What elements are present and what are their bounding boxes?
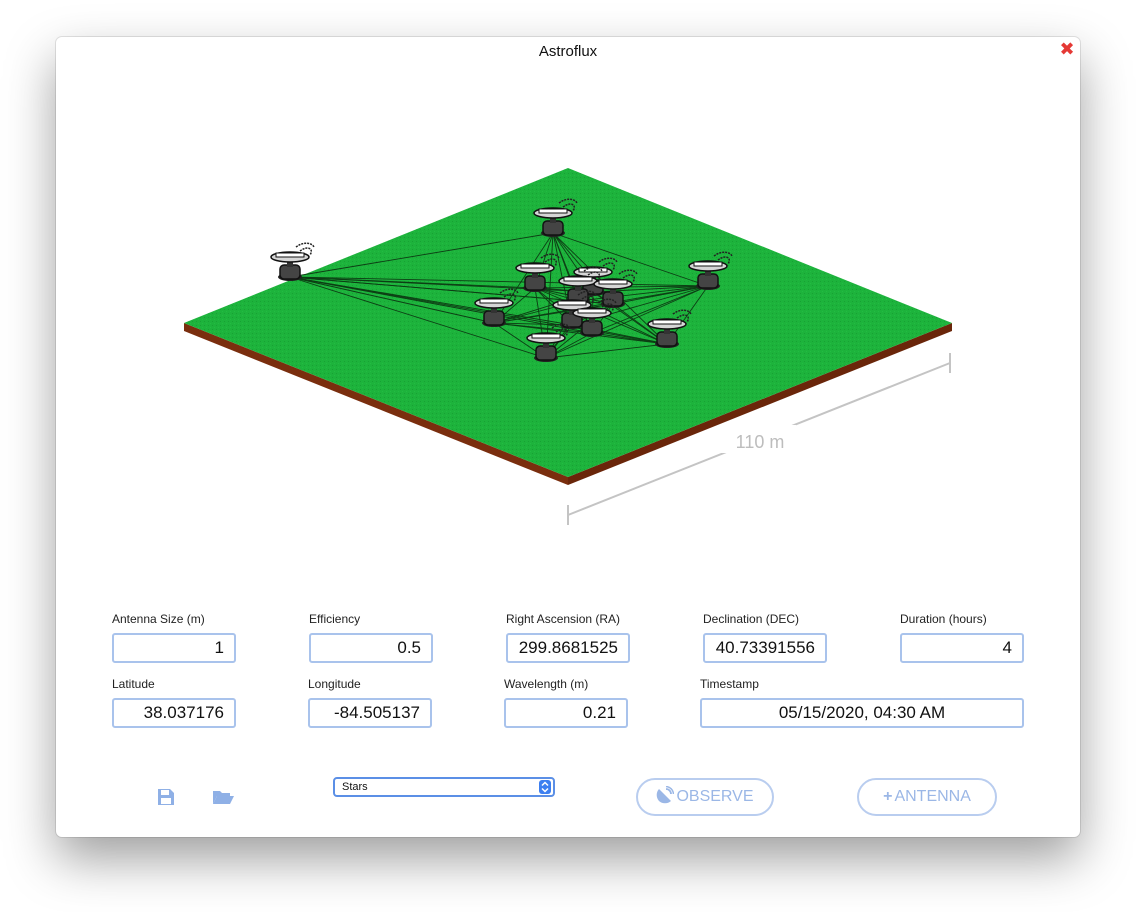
- add-antenna-button[interactable]: + ANTENNA: [857, 778, 997, 816]
- efficiency-label: Efficiency: [309, 612, 361, 626]
- plus-icon: +: [883, 788, 893, 805]
- ra-label: Right Ascension (RA): [506, 612, 621, 626]
- save-icon[interactable]: [155, 786, 177, 808]
- source-select[interactable]: Stars: [333, 777, 555, 797]
- longitude-input[interactable]: [308, 698, 432, 728]
- scale-label: 110 m: [736, 432, 785, 452]
- satellite-dish-icon: [657, 785, 675, 804]
- latitude-input[interactable]: [112, 698, 236, 728]
- efficiency-input[interactable]: [309, 633, 433, 663]
- array-scene: 110 m: [184, 168, 952, 525]
- timestamp-label: Timestamp: [700, 677, 759, 691]
- dec-input[interactable]: [703, 633, 827, 663]
- ra-input[interactable]: [506, 633, 630, 663]
- duration-input[interactable]: [900, 633, 1024, 663]
- observe-button[interactable]: OBSERVE: [636, 778, 774, 816]
- observe-label: OBSERVE: [676, 788, 754, 805]
- timestamp-input[interactable]: [700, 698, 1024, 728]
- folder-open-icon[interactable]: [211, 786, 234, 808]
- duration-label: Duration (hours): [900, 612, 987, 626]
- add-antenna-label: ANTENNA: [894, 788, 971, 805]
- app-window: Astroflux ✖ 110 m Antenna Size (m) 1 Eff…: [56, 37, 1080, 837]
- source-select-value: Stars: [342, 781, 368, 793]
- wavelength-input[interactable]: [504, 698, 628, 728]
- chevron-updown-icon: [539, 780, 551, 794]
- wavelength-label: Wavelength (m): [504, 677, 589, 691]
- dec-label: Declination (DEC): [703, 612, 800, 626]
- latitude-label: Latitude: [112, 677, 155, 691]
- longitude-label: Longitude: [308, 677, 361, 691]
- antenna-size-label: Antenna Size (m): [112, 612, 205, 626]
- antenna-size-input[interactable]: [112, 633, 236, 663]
